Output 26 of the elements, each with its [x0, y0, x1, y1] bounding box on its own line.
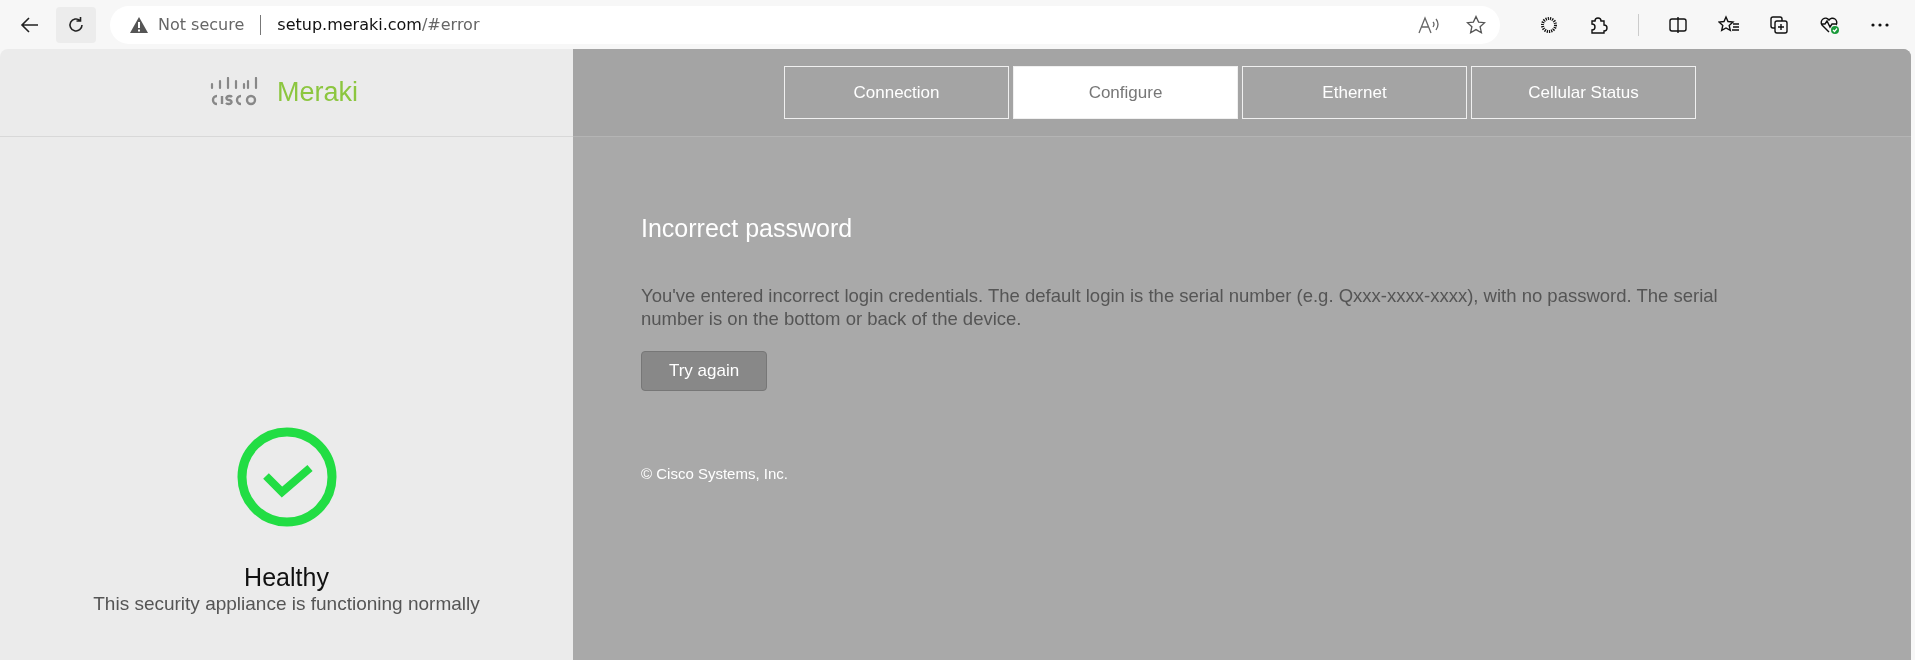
nav-tab[interactable]: Configure	[1013, 66, 1238, 119]
read-aloud-icon[interactable]	[1418, 15, 1440, 34]
nav-tab[interactable]: Ethernet	[1242, 66, 1467, 119]
nav-tab[interactable]: Cellular Status	[1471, 66, 1696, 119]
refresh-icon	[66, 14, 86, 35]
address-bar[interactable]: Not secure setup.meraki.com/#error	[110, 5, 1500, 44]
warning-icon	[130, 16, 148, 33]
nav-tab[interactable]: Connection	[784, 66, 1009, 119]
brand-name: Meraki	[277, 77, 358, 108]
url-text: setup.meraki.com/#error	[277, 15, 480, 34]
split-screen-icon[interactable]	[1668, 14, 1689, 35]
refresh-button[interactable]	[56, 6, 96, 43]
more-icon[interactable]	[1870, 21, 1891, 28]
collections-icon[interactable]	[1769, 14, 1790, 35]
star-icon[interactable]	[1466, 14, 1486, 35]
status-description: This security appliance is functioning normally	[93, 593, 480, 615]
error-message: You've entered incorrect login credentials. The default login is the serial number (e.g. Qxxx-xxxx-xxxx), with no password. The serial number is on the bottom or back of the device.	[641, 284, 1719, 330]
sun-icon[interactable]	[1538, 14, 1559, 35]
try-again-button[interactable]: Try again	[641, 351, 767, 391]
health-icon[interactable]	[1818, 14, 1841, 35]
status-title: Healthy	[244, 563, 329, 592]
back-arrow-icon	[20, 14, 40, 35]
error-title: Incorrect password	[641, 214, 854, 243]
puzzle-icon[interactable]	[1588, 14, 1609, 35]
copyright-text: © Cisco Systems, Inc.	[641, 465, 789, 482]
security-label: Not secure	[158, 15, 245, 34]
